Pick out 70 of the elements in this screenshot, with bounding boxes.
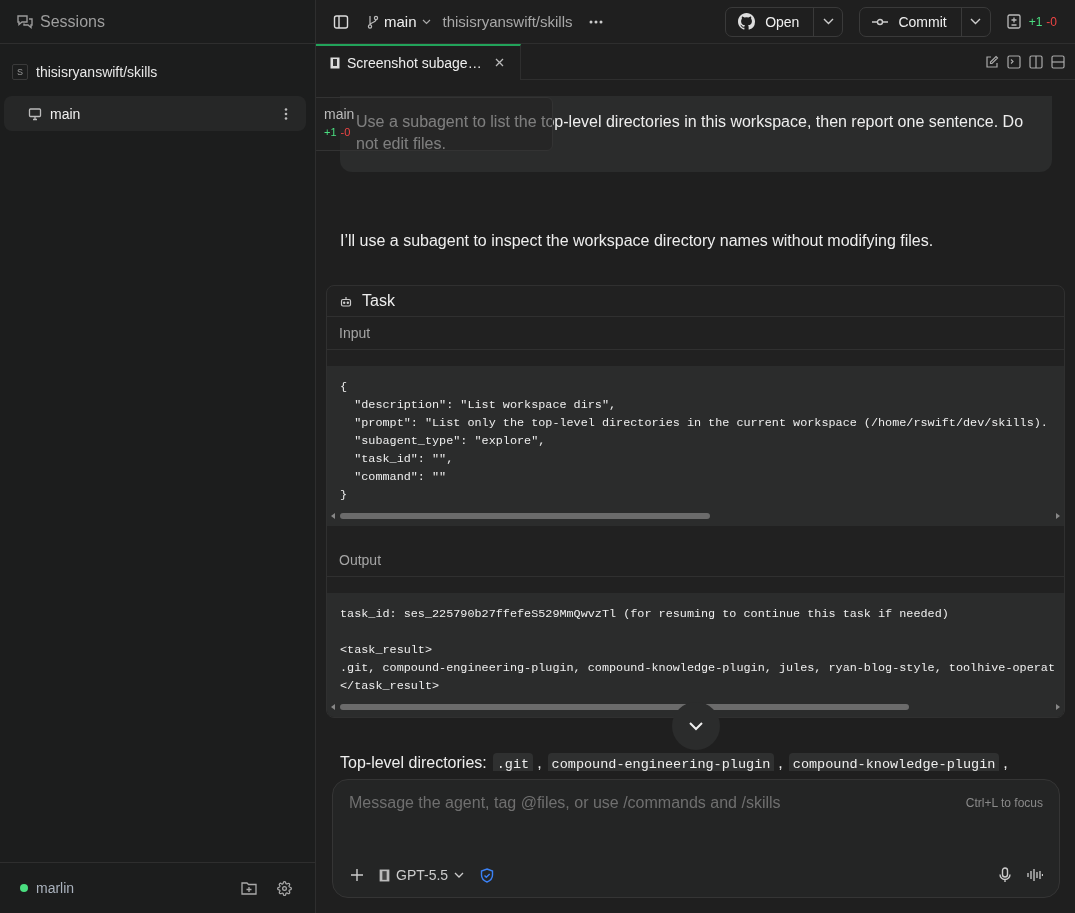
repo-name[interactable]: thisisryanswift/skills	[36, 64, 158, 80]
waveform-icon[interactable]	[1027, 868, 1043, 882]
message-input[interactable]: Message the agent, tag @files, or use /commands and /skills	[349, 792, 966, 814]
code-line: "description": "List workspace dirs",	[353, 397, 617, 414]
repo-path: thisisryanswift/skills	[442, 13, 573, 30]
tool-title: Task	[362, 292, 395, 310]
code-line: .git, compound-engineering-plugin, compound-knowledge-plugin, jules, ryan-blog-style, toolhive-operat	[340, 660, 1055, 677]
terminal-icon[interactable]	[1007, 54, 1021, 69]
close-icon[interactable]	[494, 58, 504, 67]
assistant-message: I’ll use a subagent to inspect the workspace directory names without modifying files.	[340, 231, 935, 251]
message-text: ,	[537, 753, 542, 771]
microphone-icon[interactable]	[999, 867, 1011, 883]
chevron-down-icon	[970, 18, 982, 25]
commit-icon	[872, 17, 889, 26]
chip-icon	[379, 868, 390, 882]
code-line: task_id: ses_225790b27ffefeS529MmQwvzTl (for resuming to continue this task if needed)	[340, 606, 949, 623]
more-icon[interactable]	[588, 19, 603, 24]
tab[interactable]: Screenshot subage…	[316, 43, 521, 80]
new-folder-icon[interactable]	[241, 881, 257, 895]
user-name: marlin	[36, 880, 76, 896]
split-horizontal-icon[interactable]	[1051, 54, 1065, 69]
monitor-icon	[28, 106, 42, 121]
caret-icon	[421, 18, 431, 25]
deletions-count: -0	[1046, 14, 1057, 29]
tooltip-title: main	[324, 106, 355, 122]
deletions-count: -0	[340, 126, 351, 138]
chevron-down-icon	[688, 721, 704, 731]
code-line: </task_result>	[340, 678, 440, 695]
additions-count: +1	[1028, 14, 1043, 29]
scroll-right-icon[interactable]	[1055, 512, 1061, 520]
section-label: Output	[327, 544, 1064, 577]
robot-icon	[340, 295, 352, 307]
cat-logo-icon	[738, 13, 756, 30]
section-label: Input	[327, 317, 1064, 350]
branch-selector[interactable]: main	[367, 13, 431, 30]
shield-icon[interactable]	[480, 867, 495, 883]
additions-count: +1	[324, 126, 337, 138]
document-icon	[330, 56, 340, 69]
inline-code: compound-knowledge-plugin	[788, 753, 1000, 771]
branch-icon	[367, 14, 379, 29]
scroll-right-icon[interactable]	[1055, 703, 1061, 711]
inline-code: .git	[492, 753, 534, 771]
session-item[interactable]: main	[4, 96, 306, 131]
code-line: {	[340, 379, 348, 396]
scroll-left-icon[interactable]	[330, 703, 336, 711]
code-line: "task_id": "",	[353, 451, 454, 468]
model-selector[interactable]: GPT-5.5	[379, 867, 465, 883]
more-icon[interactable]	[284, 106, 288, 121]
code-line: <task_result>	[340, 642, 433, 659]
add-icon[interactable]	[351, 869, 363, 881]
code-line: "prompt": "List only the top-level directories in the current workspace (/home/rswift/dev/skills).	[353, 415, 1048, 432]
inline-code: compound-engineering-plugin	[547, 753, 775, 771]
diff-icon[interactable]	[1006, 14, 1021, 29]
sidebar-title: Sessions	[40, 12, 105, 31]
split-vertical-icon[interactable]	[1029, 54, 1043, 69]
message-text: Top-level directories:	[340, 753, 487, 771]
message-text: ,	[778, 753, 783, 771]
message-text: ,	[1003, 753, 1008, 771]
chevron-down-icon	[822, 18, 834, 25]
shortcut-hint: Ctrl+L to focus	[965, 796, 1043, 810]
sidebar-toggle-icon[interactable]	[333, 13, 349, 30]
chat-icon	[16, 12, 34, 31]
scroll-left-icon[interactable]	[330, 512, 336, 520]
code-line: }	[340, 487, 348, 504]
settings-icon[interactable]	[277, 880, 292, 896]
caret-icon	[454, 872, 465, 878]
code-line: "subagent_type": "explore",	[353, 433, 546, 450]
code-line: "command": ""	[353, 469, 447, 486]
repo-avatar: S	[12, 64, 28, 80]
edit-icon[interactable]	[985, 54, 999, 69]
